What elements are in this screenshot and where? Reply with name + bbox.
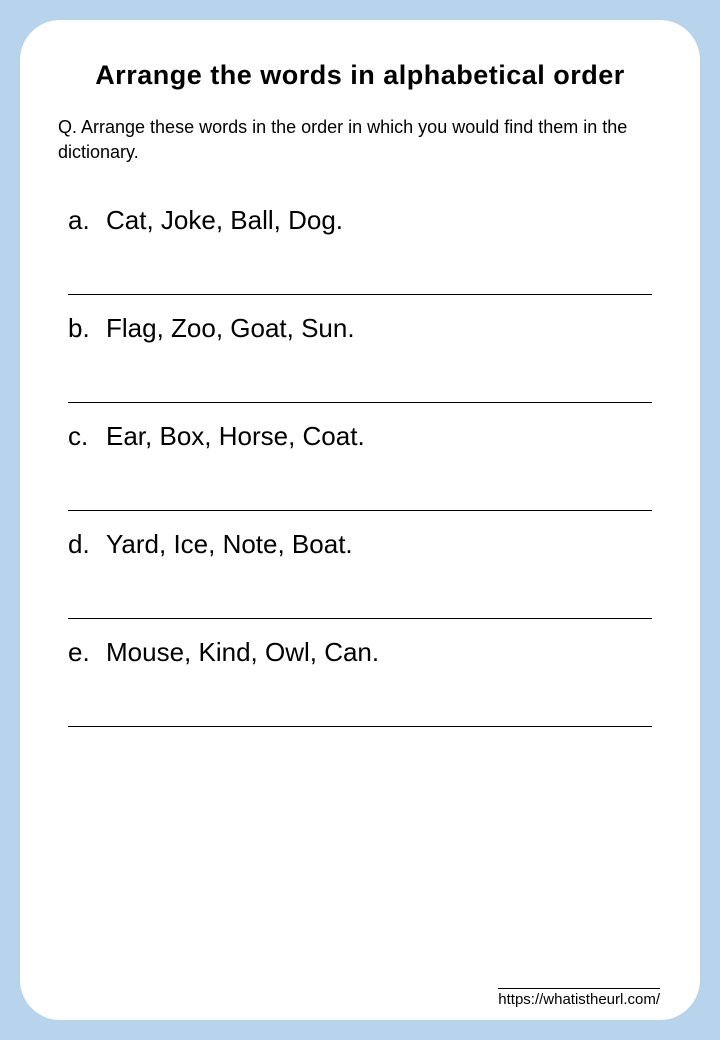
instructions-text: Q. Arrange these words in the order in w…	[58, 115, 662, 165]
item-words: Ear, Box, Horse, Coat.	[106, 421, 652, 452]
answer-line[interactable]	[68, 294, 652, 295]
worksheet-page: Arrange the words in alphabetical order …	[20, 20, 700, 1020]
answer-line[interactable]	[68, 510, 652, 511]
item-label: e.	[68, 637, 106, 668]
answer-line[interactable]	[68, 618, 652, 619]
item-words: Flag, Zoo, Goat, Sun.	[106, 313, 652, 344]
item-label: c.	[68, 421, 106, 452]
item-row: e. Mouse, Kind, Owl, Can.	[68, 637, 652, 668]
list-item: d. Yard, Ice, Note, Boat.	[68, 529, 652, 619]
answer-line[interactable]	[68, 726, 652, 727]
list-item: c. Ear, Box, Horse, Coat.	[68, 421, 652, 511]
list-item: a. Cat, Joke, Ball, Dog.	[68, 205, 652, 295]
answer-line[interactable]	[68, 402, 652, 403]
item-words: Mouse, Kind, Owl, Can.	[106, 637, 652, 668]
item-words: Cat, Joke, Ball, Dog.	[106, 205, 652, 236]
list-item: e. Mouse, Kind, Owl, Can.	[68, 637, 652, 727]
list-item: b. Flag, Zoo, Goat, Sun.	[68, 313, 652, 403]
item-row: d. Yard, Ice, Note, Boat.	[68, 529, 652, 560]
item-label: d.	[68, 529, 106, 560]
item-row: b. Flag, Zoo, Goat, Sun.	[68, 313, 652, 344]
item-label: a.	[68, 205, 106, 236]
item-label: b.	[68, 313, 106, 344]
item-row: a. Cat, Joke, Ball, Dog.	[68, 205, 652, 236]
page-title: Arrange the words in alphabetical order	[58, 60, 662, 91]
item-row: c. Ear, Box, Horse, Coat.	[68, 421, 652, 452]
items-container: a. Cat, Joke, Ball, Dog. b. Flag, Zoo, G…	[58, 205, 662, 727]
item-words: Yard, Ice, Note, Boat.	[106, 529, 652, 560]
footer-url[interactable]: https://whatistheurl.com/	[498, 988, 660, 1008]
